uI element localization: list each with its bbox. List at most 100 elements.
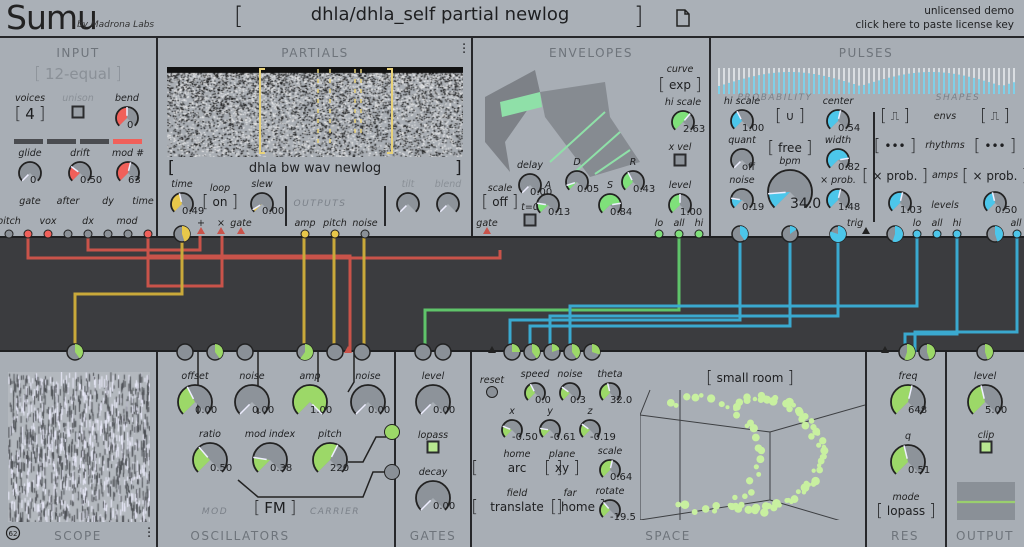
clip-checkbox[interactable] bbox=[979, 440, 993, 454]
pulses-rhythms_left-selector[interactable]: ••• bbox=[874, 136, 917, 156]
patch-port[interactable] bbox=[43, 229, 53, 239]
space-speed-knob[interactable] bbox=[562, 342, 582, 362]
carrier-amp-output[interactable] bbox=[384, 464, 400, 480]
partials-tilt-knob[interactable] bbox=[395, 191, 421, 217]
patch-port[interactable] bbox=[674, 229, 684, 239]
input-scale-selector[interactable]: 12-equal bbox=[34, 64, 121, 84]
license-notice[interactable]: unlicensed demo click here to paste licen… bbox=[855, 4, 1014, 32]
document-icon[interactable] bbox=[676, 9, 690, 27]
patch-port[interactable] bbox=[143, 229, 153, 239]
preset-name[interactable]: dhla/dhla_self partial newlog bbox=[240, 4, 640, 25]
carrier-pitch-output[interactable] bbox=[384, 424, 400, 440]
input-jack-icon[interactable] bbox=[881, 346, 889, 353]
x-vel-checkbox[interactable] bbox=[673, 153, 687, 167]
partials-blend-knob[interactable] bbox=[435, 191, 461, 217]
patch-port[interactable] bbox=[63, 229, 73, 239]
knob-value: 5.00 bbox=[985, 405, 1008, 417]
pulses-sync-selector[interactable]: free bbox=[768, 138, 813, 158]
oscillators-mod_noise-knob[interactable] bbox=[325, 342, 345, 362]
file-next-bracket[interactable]: ] bbox=[455, 158, 462, 178]
reset-button[interactable] bbox=[486, 386, 498, 398]
input-jack-icon[interactable] bbox=[197, 227, 205, 234]
input-jack-icon[interactable] bbox=[862, 227, 870, 234]
pulses-curve_shape-selector[interactable]: ∪ bbox=[775, 106, 805, 126]
pulses-amps_right-selector[interactable]: × prob. bbox=[962, 166, 1024, 186]
pulses-envs_right-selector[interactable]: ⎍ bbox=[980, 106, 1010, 126]
patch-port[interactable] bbox=[83, 229, 93, 239]
knob-value: 0.13 bbox=[548, 207, 571, 219]
pulses-ports-all2-label: all bbox=[1010, 218, 1022, 229]
pulses-envs_left-selector[interactable]: ⎍ bbox=[880, 106, 910, 126]
pulses-level_right-knob[interactable] bbox=[985, 224, 1005, 244]
madrona-logo-icon[interactable]: 62 bbox=[5, 525, 21, 541]
patch-port[interactable] bbox=[300, 229, 310, 239]
knob-value: 0.00 bbox=[262, 206, 285, 218]
partial-dot bbox=[811, 468, 816, 473]
space-field-selector[interactable]: translate bbox=[471, 497, 562, 517]
pulses-shapes_label: SHAPES bbox=[935, 93, 981, 103]
oscillators-pitch-knob[interactable] bbox=[295, 342, 315, 362]
patch-port[interactable] bbox=[654, 229, 664, 239]
pulses-rhythms_right-selector[interactable]: ••• bbox=[974, 136, 1017, 156]
res-mode-selector[interactable]: lopass bbox=[876, 501, 935, 521]
oscillators-mod_noise-knob[interactable] bbox=[175, 342, 195, 362]
patch-port[interactable] bbox=[952, 229, 962, 239]
pulses-level_left-knob[interactable] bbox=[885, 224, 905, 244]
oscillators-mode-selector[interactable]: FM bbox=[254, 498, 297, 518]
lopass-checkbox[interactable] bbox=[426, 440, 440, 454]
space-z-knob[interactable] bbox=[582, 342, 602, 362]
gates-decay-knob[interactable] bbox=[433, 342, 453, 362]
patch-port[interactable] bbox=[103, 229, 113, 239]
output-level-knob[interactable] bbox=[975, 342, 995, 362]
oscillators-offset-knob[interactable] bbox=[65, 342, 85, 362]
patch-port[interactable] bbox=[912, 229, 922, 239]
input-voices-selector[interactable]: 4 bbox=[15, 104, 46, 124]
kebab-menu-icon[interactable]: · · · bbox=[147, 523, 151, 544]
space-speed-knob[interactable] bbox=[522, 342, 542, 362]
partial-dot bbox=[742, 493, 748, 500]
space-room-selector[interactable]: small room bbox=[706, 368, 794, 388]
space-x-knob[interactable] bbox=[502, 342, 522, 362]
pulse-level bbox=[763, 74, 765, 94]
knob-label: level bbox=[668, 180, 692, 191]
partial-dot bbox=[816, 442, 822, 448]
res-q-knob[interactable] bbox=[917, 342, 937, 362]
kebab-menu-icon[interactable]: · · · bbox=[462, 39, 466, 60]
input-jack-icon[interactable] bbox=[217, 227, 225, 234]
preset-next-bracket[interactable]: ] bbox=[634, 2, 643, 30]
input-jack-icon[interactable] bbox=[344, 346, 352, 353]
envelopes-scale-selector[interactable]: off bbox=[482, 192, 519, 212]
space-plane-selector[interactable]: xy bbox=[544, 458, 579, 478]
unison-checkbox[interactable] bbox=[71, 105, 85, 119]
oscillators-offset-knob[interactable] bbox=[205, 342, 225, 362]
oscillators-amp-knob[interactable] bbox=[352, 342, 372, 362]
file-prev-bracket[interactable]: [ bbox=[168, 158, 175, 178]
res-freq-knob[interactable] bbox=[897, 342, 917, 362]
patch-port[interactable] bbox=[360, 229, 370, 239]
input-jack-icon[interactable] bbox=[237, 227, 245, 234]
oscillators-mod_noise-knob[interactable] bbox=[235, 342, 255, 362]
knob-value: 0 bbox=[30, 175, 37, 187]
gates-level-knob[interactable] bbox=[413, 342, 433, 362]
patch-port[interactable] bbox=[330, 229, 340, 239]
license-line-2[interactable]: click here to paste license key bbox=[855, 18, 1014, 32]
patch-port[interactable] bbox=[1012, 229, 1022, 239]
partials-time-knob[interactable] bbox=[172, 224, 192, 244]
patch-port[interactable] bbox=[4, 229, 14, 239]
pulses-amps_left-selector[interactable]: × prob. bbox=[862, 166, 928, 186]
space-y-knob[interactable] bbox=[542, 342, 562, 362]
partials-loop-selector[interactable]: on bbox=[202, 192, 238, 212]
patch-port[interactable] bbox=[694, 229, 704, 239]
input-jack-icon[interactable] bbox=[483, 227, 491, 234]
partials-file-name[interactable]: dhla bw wav newlog bbox=[185, 161, 445, 176]
pulses-bpm-knob[interactable] bbox=[780, 224, 800, 244]
input-jack-icon[interactable] bbox=[488, 346, 496, 353]
patch-port[interactable] bbox=[932, 229, 942, 239]
partial-dot bbox=[749, 424, 758, 433]
patch-port[interactable] bbox=[123, 229, 133, 239]
envelopes-curve-selector[interactable]: exp bbox=[658, 75, 701, 95]
partials-range-brackets[interactable] bbox=[167, 67, 463, 157]
pulses-hi_scale-knob[interactable] bbox=[730, 224, 750, 244]
patch-port[interactable] bbox=[23, 229, 33, 239]
pulses-width-knob[interactable] bbox=[828, 224, 848, 244]
